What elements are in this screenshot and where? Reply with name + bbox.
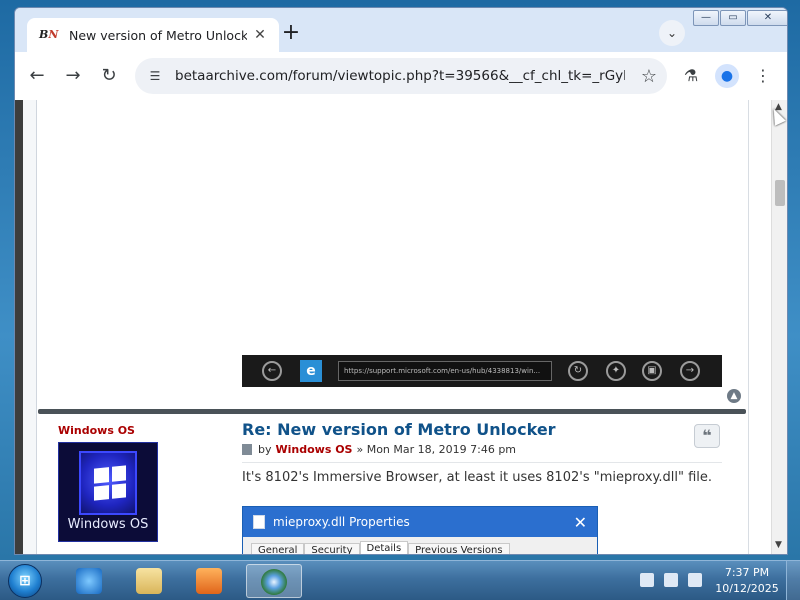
scroll-down-icon[interactable]: ▼	[775, 540, 782, 550]
taskbar-media-player[interactable]	[182, 564, 238, 598]
page-content: ← e https://support.microsoft.com/en-us/…	[15, 100, 787, 554]
minimize-button[interactable]: —	[693, 10, 719, 26]
post-body: It's 8102's Immersive Browser, at least …	[242, 470, 713, 485]
metro-back-icon: ←	[262, 361, 282, 381]
post-divider	[38, 409, 746, 414]
close-window-button[interactable]: ✕	[747, 10, 787, 26]
metro-url: https://support.microsoft.com/en-us/hub/…	[338, 361, 552, 381]
reload-button[interactable]: ↻	[97, 64, 121, 88]
metro-forward-icon: →	[680, 361, 700, 381]
internet-explorer-icon	[76, 568, 102, 594]
taskbar-chrome[interactable]	[246, 564, 302, 598]
back-to-top-icon[interactable]: ▲	[727, 389, 741, 403]
new-tab-button[interactable]: +	[277, 20, 305, 48]
post-separator	[242, 462, 722, 463]
taskbar-explorer[interactable]	[122, 564, 178, 598]
kebab-menu-icon[interactable]: ⋮	[751, 64, 775, 88]
clock-date: 10/12/2025	[715, 582, 779, 595]
browser-tab[interactable]: BN New version of Metro Unlocker ✕	[27, 18, 279, 52]
start-button[interactable]: ⊞	[8, 564, 42, 598]
dialog-tab-security: Security	[304, 543, 360, 554]
clock-time: 7:37 PM	[724, 566, 770, 579]
folder-icon	[136, 568, 162, 594]
tab-close-icon[interactable]: ✕	[251, 27, 269, 43]
properties-dialog-screenshot: mieproxy.dll Properties ✕ General Securi…	[242, 506, 598, 554]
post-title[interactable]: Re: New version of Metro Unlocker	[242, 420, 556, 439]
system-tray	[640, 573, 702, 587]
dialog-tab-general: General	[251, 543, 305, 554]
ie-logo-icon: e	[300, 360, 322, 382]
dialog-tabs: General Security Details Previous Versio…	[243, 537, 597, 554]
tab-title: New version of Metro Unlocker	[69, 27, 247, 43]
taskbar-ie[interactable]	[62, 564, 118, 598]
bookmark-star-icon[interactable]: ☆	[641, 66, 657, 87]
taskbar: ⊞ 7:37 PM 10/12/2025	[0, 560, 800, 600]
metro-browser-screenshot: ← e https://support.microsoft.com/en-us/…	[242, 355, 722, 387]
browser-toolbar: ← → ↻ ☰ betaarchive.com/forum/viewtopic.…	[15, 52, 787, 100]
meta-username[interactable]: Windows OS	[276, 443, 353, 456]
page-frame-right	[748, 100, 771, 554]
meta-date: » Mon Mar 18, 2019 7:46 pm	[356, 443, 517, 456]
dialog-title: mieproxy.dll Properties	[273, 515, 410, 529]
network-icon[interactable]	[664, 573, 678, 587]
page-scrollbar[interactable]: ▲ ▼	[771, 100, 787, 554]
dialog-titlebar: mieproxy.dll Properties ✕	[243, 507, 597, 537]
post-document-icon	[242, 444, 252, 455]
labs-flask-icon[interactable]: ⚗	[679, 64, 703, 88]
site-favicon-icon: BN	[39, 28, 59, 41]
forward-button[interactable]: →	[61, 64, 85, 88]
title-bar: BN New version of Metro Unlocker ✕ + ⌄ —…	[15, 8, 787, 52]
action-center-flag-icon[interactable]	[640, 573, 654, 587]
metro-refresh-icon: ↻	[568, 361, 588, 381]
show-desktop-button[interactable]	[786, 561, 800, 600]
meta-by: by	[258, 443, 272, 456]
author-avatar: Windows OS	[58, 442, 158, 542]
url-text[interactable]: betaarchive.com/forum/viewtopic.php?t=39…	[175, 68, 625, 84]
dialog-close-icon: ✕	[573, 512, 587, 532]
file-icon	[253, 515, 265, 529]
maximize-button[interactable]: ▭	[720, 10, 746, 26]
browser-window: BN New version of Metro Unlocker ✕ + ⌄ —…	[14, 7, 788, 555]
page-frame-left	[15, 100, 23, 554]
quote-button[interactable]: ❝	[694, 424, 720, 448]
post-author-name[interactable]: Windows OS	[58, 424, 135, 437]
tab-search-button[interactable]: ⌄	[659, 20, 685, 46]
scroll-thumb[interactable]	[775, 180, 785, 206]
dialog-tab-details: Details	[359, 541, 409, 554]
media-player-icon	[196, 568, 222, 594]
back-button[interactable]: ←	[25, 64, 49, 88]
profile-avatar-icon[interactable]: ●	[715, 64, 739, 88]
volume-muted-icon[interactable]	[688, 573, 702, 587]
window-controls: — ▭ ✕	[693, 10, 787, 26]
taskbar-clock[interactable]: 7:37 PM 10/12/2025	[712, 565, 782, 597]
dialog-tab-previous-versions: Previous Versions	[408, 543, 510, 554]
site-info-icon[interactable]: ☰	[147, 68, 163, 84]
avatar-caption: Windows OS	[67, 517, 149, 532]
address-bar[interactable]: ☰ betaarchive.com/forum/viewtopic.php?t=…	[135, 58, 667, 94]
post-meta: by Windows OS » Mon Mar 18, 2019 7:46 pm	[242, 443, 516, 456]
metro-pin-icon: ✦	[606, 361, 626, 381]
windows-logo-icon	[79, 451, 137, 515]
page-gutter	[23, 100, 37, 554]
chrome-icon	[261, 569, 287, 595]
metro-page-icon: ▣	[642, 361, 662, 381]
